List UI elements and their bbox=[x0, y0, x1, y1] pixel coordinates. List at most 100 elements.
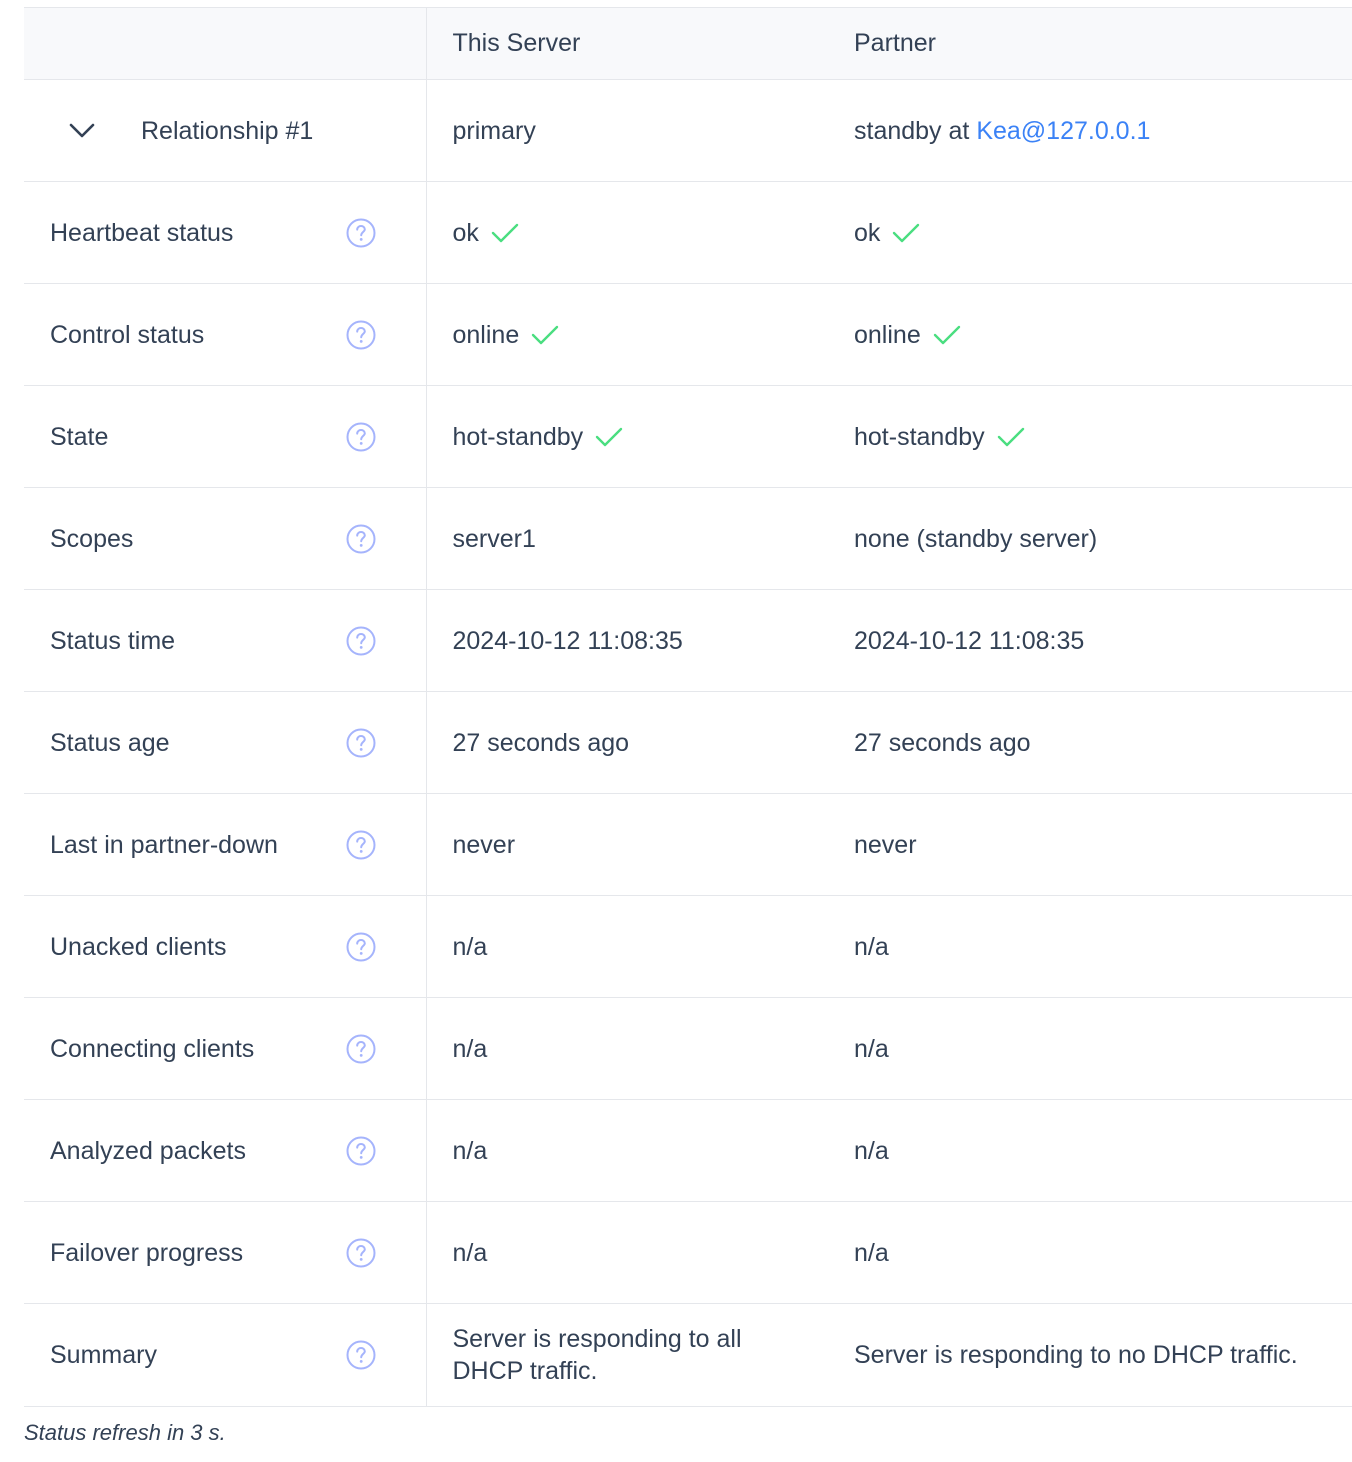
partner-cell-heartbeat-status: ok bbox=[828, 181, 1352, 284]
row-label-state: State bbox=[50, 422, 109, 451]
partner-cell-control-status: online bbox=[828, 283, 1352, 386]
partner-cell-connecting-clients: n/a bbox=[828, 997, 1352, 1100]
table-header-row: This Server Partner bbox=[24, 7, 1352, 80]
this-server-value-analyzed-packets: n/a bbox=[452, 1136, 488, 1165]
header-partner: Partner bbox=[828, 7, 1352, 80]
partner-cell-state: hot-standby bbox=[828, 385, 1352, 488]
partner-cell-summary: Server is responding to no DHCP traffic. bbox=[828, 1303, 1352, 1407]
table-row: State hot-standby hot-standby bbox=[24, 385, 1352, 488]
check-icon bbox=[531, 322, 559, 345]
relationship-label-cell: Relationship #1 bbox=[24, 79, 427, 182]
chevron-down-icon[interactable] bbox=[68, 117, 96, 145]
row-label-status-age: Status age bbox=[50, 728, 170, 757]
partner-link[interactable]: Kea@127.0.0.1 bbox=[976, 117, 1150, 145]
row-label-cell: Summary bbox=[24, 1303, 427, 1407]
this-server-value-status-time: 2024-10-12 11:08:35 bbox=[452, 626, 683, 655]
this-server-cell-status-time: 2024-10-12 11:08:35 bbox=[426, 589, 828, 692]
row-label-cell: Connecting clients bbox=[24, 997, 427, 1100]
this-server-value-unacked-clients: n/a bbox=[452, 932, 488, 961]
question-circle-icon[interactable] bbox=[346, 218, 376, 248]
table-row: Control status online online bbox=[24, 283, 1352, 386]
partner-value-last-in-partner-down: never bbox=[854, 830, 917, 859]
partner-value-unacked-clients: n/a bbox=[854, 932, 889, 961]
check-icon bbox=[491, 220, 519, 243]
this-server-cell-state: hot-standby bbox=[426, 385, 828, 488]
table-row: Scopes server1 none (standby server) bbox=[24, 487, 1352, 590]
this-server-cell-connecting-clients: n/a bbox=[426, 997, 828, 1100]
partner-cell-unacked-clients: n/a bbox=[828, 895, 1352, 998]
relationship-row[interactable]: Relationship #1 primary standby at Kea@1… bbox=[24, 79, 1352, 182]
row-label-connecting-clients: Connecting clients bbox=[50, 1034, 255, 1063]
partner-value-heartbeat-status: ok bbox=[854, 218, 881, 247]
row-label-cell: Analyzed packets bbox=[24, 1099, 427, 1202]
table-row: Status age 27 seconds ago 27 seconds ago bbox=[24, 691, 1352, 794]
table-row: Unacked clients n/a n/a bbox=[24, 895, 1352, 998]
table-row: Last in partner-down never never bbox=[24, 793, 1352, 896]
row-label-failover-progress: Failover progress bbox=[50, 1238, 244, 1267]
question-circle-icon[interactable] bbox=[346, 1136, 376, 1166]
partner-value-failover-progress: n/a bbox=[854, 1238, 889, 1267]
row-label-summary: Summary bbox=[50, 1341, 157, 1369]
question-circle-icon[interactable] bbox=[346, 1340, 376, 1370]
row-label-cell: Unacked clients bbox=[24, 895, 427, 998]
status-refresh-text: Status refresh in 3 s. bbox=[24, 1420, 226, 1445]
question-circle-icon[interactable] bbox=[346, 626, 376, 656]
this-server-value-last-in-partner-down: never bbox=[452, 830, 516, 859]
partner-value-status-age: 27 seconds ago bbox=[854, 728, 1031, 757]
this-server-cell-last-in-partner-down: never bbox=[426, 793, 828, 896]
question-circle-icon[interactable] bbox=[346, 524, 376, 554]
partner-cell-failover-progress: n/a bbox=[828, 1201, 1352, 1304]
row-label-cell: Control status bbox=[24, 283, 427, 386]
this-server-value-control-status: online bbox=[452, 320, 520, 349]
partner-value-state: hot-standby bbox=[854, 422, 985, 451]
row-label-scopes: Scopes bbox=[50, 524, 134, 553]
question-circle-icon[interactable] bbox=[346, 932, 376, 962]
this-server-value-summary: Server is responding to all DHCP traffic… bbox=[452, 1325, 742, 1385]
row-label-heartbeat-status: Heartbeat status bbox=[50, 218, 234, 247]
table-row: Connecting clients n/a n/a bbox=[24, 997, 1352, 1100]
row-label-cell: Heartbeat status bbox=[24, 181, 427, 284]
ha-status-panel: This Server Partner Relationship #1 prim… bbox=[24, 7, 1352, 1407]
partner-cell-analyzed-packets: n/a bbox=[828, 1099, 1352, 1202]
question-circle-icon[interactable] bbox=[346, 320, 376, 350]
relationship-partner-prefix: standby at bbox=[854, 116, 977, 145]
this-server-cell-failover-progress: n/a bbox=[426, 1201, 828, 1304]
this-server-cell-heartbeat-status: ok bbox=[426, 181, 828, 284]
this-server-value-state: hot-standby bbox=[452, 422, 584, 451]
question-circle-icon[interactable] bbox=[346, 728, 376, 758]
table-row: Status time 2024-10-12 11:08:35 2024-10-12… bbox=[24, 589, 1352, 692]
this-server-value-connecting-clients: n/a bbox=[452, 1034, 488, 1063]
header-this-server: This Server bbox=[426, 7, 828, 80]
table-row: Analyzed packets n/a n/a bbox=[24, 1099, 1352, 1202]
this-server-cell-unacked-clients: n/a bbox=[426, 895, 828, 998]
relationship-label: Relationship #1 bbox=[141, 116, 314, 145]
table-row: Summary Server is responding to all DHCP … bbox=[24, 1303, 1352, 1407]
this-server-value-failover-progress: n/a bbox=[452, 1238, 488, 1267]
this-server-value-status-age: 27 seconds ago bbox=[452, 728, 630, 757]
row-label-analyzed-packets: Analyzed packets bbox=[50, 1136, 246, 1165]
question-circle-icon[interactable] bbox=[346, 1034, 376, 1064]
partner-value-summary: Server is responding to no DHCP traffic. bbox=[854, 1341, 1298, 1369]
partner-cell-last-in-partner-down: never bbox=[828, 793, 1352, 896]
row-label-unacked-clients: Unacked clients bbox=[50, 932, 227, 961]
partner-value-connecting-clients: n/a bbox=[854, 1034, 889, 1063]
question-circle-icon[interactable] bbox=[346, 830, 376, 860]
table-row: Failover progress n/a n/a bbox=[24, 1201, 1352, 1304]
row-label-cell: Status time bbox=[24, 589, 427, 692]
partner-value-status-time: 2024-10-12 11:08:35 bbox=[854, 626, 1085, 655]
this-server-cell-analyzed-packets: n/a bbox=[426, 1099, 828, 1202]
question-circle-icon[interactable] bbox=[346, 422, 376, 452]
this-server-cell-status-age: 27 seconds ago bbox=[426, 691, 828, 794]
partner-value-control-status: online bbox=[854, 320, 921, 349]
partner-cell-scopes: none (standby server) bbox=[828, 487, 1352, 590]
ha-status-table: This Server Partner Relationship #1 prim… bbox=[24, 7, 1352, 1407]
this-server-cell-summary: Server is responding to all DHCP traffic… bbox=[426, 1303, 828, 1407]
partner-value-scopes: none (standby server) bbox=[854, 524, 1098, 553]
this-server-value-heartbeat-status: ok bbox=[452, 218, 479, 247]
header-empty-cell bbox=[24, 7, 427, 80]
row-label-control-status: Control status bbox=[50, 320, 205, 349]
question-circle-icon[interactable] bbox=[346, 1238, 376, 1268]
row-label-cell: Scopes bbox=[24, 487, 427, 590]
this-server-value-scopes: server1 bbox=[452, 524, 536, 553]
relationship-partner-cell: standby at Kea@127.0.0.1 bbox=[828, 79, 1352, 182]
